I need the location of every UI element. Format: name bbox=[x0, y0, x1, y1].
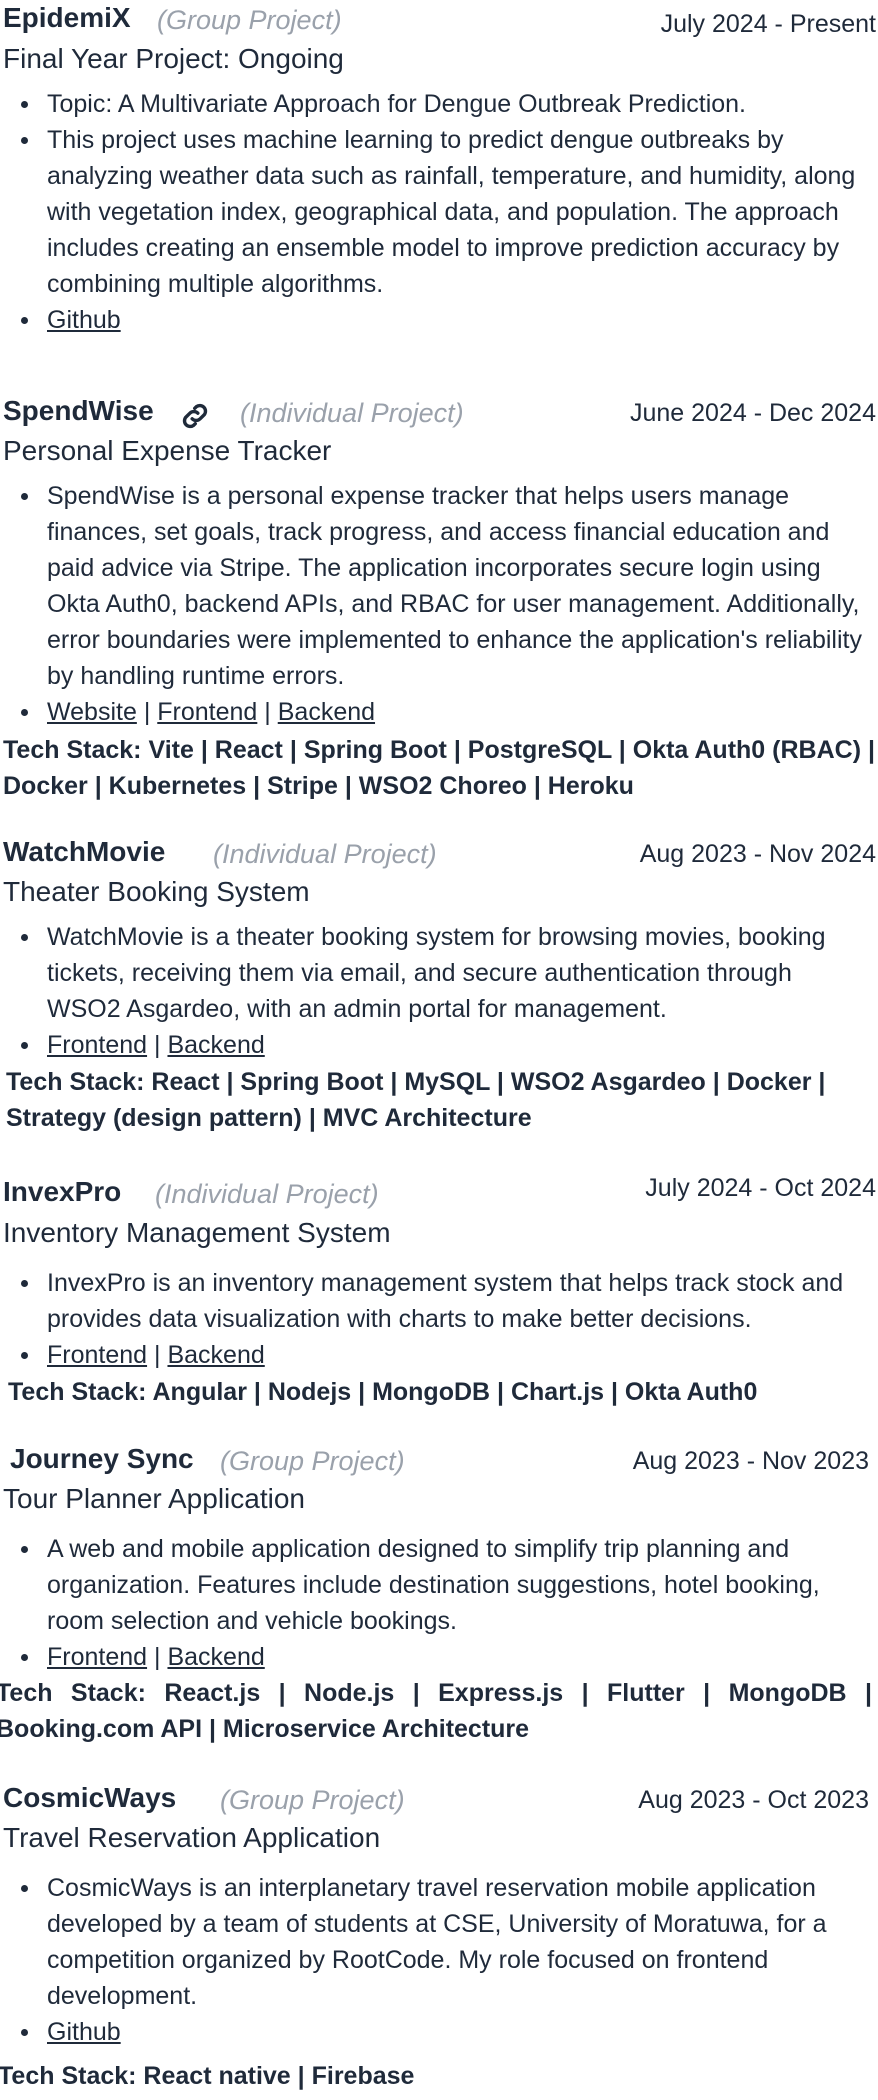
project-name: Journey Sync bbox=[10, 1443, 194, 1474]
project-date: July 2024 - Oct 2024 bbox=[645, 1174, 876, 1202]
tech-stack: Tech Stack: Angular | Nodejs | MongoDB |… bbox=[8, 1378, 758, 1406]
project-name: SpendWise bbox=[3, 395, 154, 426]
links-item: Frontend | Backend bbox=[21, 1027, 867, 1063]
backend-link[interactable]: Backend bbox=[278, 698, 375, 726]
bullet-list: A web and mobile application designed to… bbox=[0, 1531, 867, 1675]
github-link[interactable]: Github bbox=[47, 2018, 121, 2046]
links-item: Frontend | Backend bbox=[21, 1337, 857, 1373]
project-subtitle: Theater Booking System bbox=[3, 876, 310, 907]
links-item: Github bbox=[21, 2014, 877, 2050]
project-date: Aug 2023 - Oct 2023 bbox=[638, 1786, 869, 1814]
project-subtitle: Inventory Management System bbox=[3, 1217, 391, 1248]
tech-stack: Tech Stack: React | Spring Boot | MySQL … bbox=[6, 1068, 826, 1132]
link-icon[interactable] bbox=[178, 399, 212, 433]
website-link[interactable]: Website bbox=[47, 698, 137, 726]
frontend-link[interactable]: Frontend bbox=[157, 698, 257, 726]
project-kind: (Individual Project) bbox=[213, 839, 437, 869]
project-name: InvexPro bbox=[3, 1176, 122, 1207]
list-item: This project uses machine learning to pr… bbox=[21, 122, 867, 302]
bullet-list: InvexPro is an inventory management syst… bbox=[0, 1265, 857, 1373]
bullet-list: SpendWise is a personal expense tracker … bbox=[0, 478, 877, 730]
project-kind: (Group Project) bbox=[157, 5, 342, 35]
project-name: EpidemiX bbox=[3, 2, 131, 33]
list-item: CosmicWays is an interplanetary travel r… bbox=[21, 1870, 877, 2014]
tech-stack: Tech Stack: React.js | Node.js | Express… bbox=[0, 1679, 872, 1743]
project-subtitle: Travel Reservation Application bbox=[3, 1822, 381, 1853]
list-item: InvexPro is an inventory management syst… bbox=[21, 1265, 857, 1337]
list-item: WatchMovie is a theater booking system f… bbox=[21, 919, 867, 1027]
project-kind: (Individual Project) bbox=[155, 1179, 379, 1209]
project-name: CosmicWays bbox=[3, 1782, 177, 1813]
project-subtitle: Final Year Project: Ongoing bbox=[3, 43, 344, 74]
project-name: WatchMovie bbox=[3, 836, 166, 867]
project-date: Aug 2023 - Nov 2024 bbox=[639, 840, 876, 868]
project-kind: (Group Project) bbox=[220, 1446, 405, 1476]
backend-link[interactable]: Backend bbox=[167, 1031, 264, 1059]
project-subtitle: Personal Expense Tracker bbox=[3, 435, 332, 466]
links-item: Website | Frontend | Backend bbox=[21, 694, 877, 730]
backend-link[interactable]: Backend bbox=[167, 1341, 264, 1369]
bullet-list: WatchMovie is a theater booking system f… bbox=[0, 919, 867, 1063]
tech-stack: Tech Stack: React native | Firebase bbox=[0, 2062, 415, 2090]
project-subtitle: Tour Planner Application bbox=[3, 1483, 305, 1514]
backend-link[interactable]: Backend bbox=[167, 1643, 264, 1671]
list-item: A web and mobile application designed to… bbox=[21, 1531, 867, 1639]
bullet-list: Topic: A Multivariate Approach for Dengu… bbox=[0, 86, 867, 338]
list-item: SpendWise is a personal expense tracker … bbox=[21, 478, 877, 694]
frontend-link[interactable]: Frontend bbox=[47, 1031, 147, 1059]
project-date: June 2024 - Dec 2024 bbox=[629, 399, 876, 427]
links-item: Frontend | Backend bbox=[21, 1639, 867, 1675]
frontend-link[interactable]: Frontend bbox=[47, 1341, 147, 1369]
tech-stack: Tech Stack: Vite | React | Spring Boot |… bbox=[3, 736, 875, 800]
project-date: July 2024 - Present bbox=[660, 10, 876, 38]
project-date: Aug 2023 - Nov 2023 bbox=[632, 1447, 869, 1475]
project-kind: (Individual Project) bbox=[240, 398, 464, 428]
bullet-list: CosmicWays is an interplanetary travel r… bbox=[0, 1870, 877, 2050]
project-kind: (Group Project) bbox=[220, 1785, 405, 1815]
links-item: Github bbox=[21, 302, 867, 338]
github-link[interactable]: Github bbox=[47, 306, 121, 334]
list-item: Topic: A Multivariate Approach for Dengu… bbox=[21, 86, 867, 122]
frontend-link[interactable]: Frontend bbox=[47, 1643, 147, 1671]
